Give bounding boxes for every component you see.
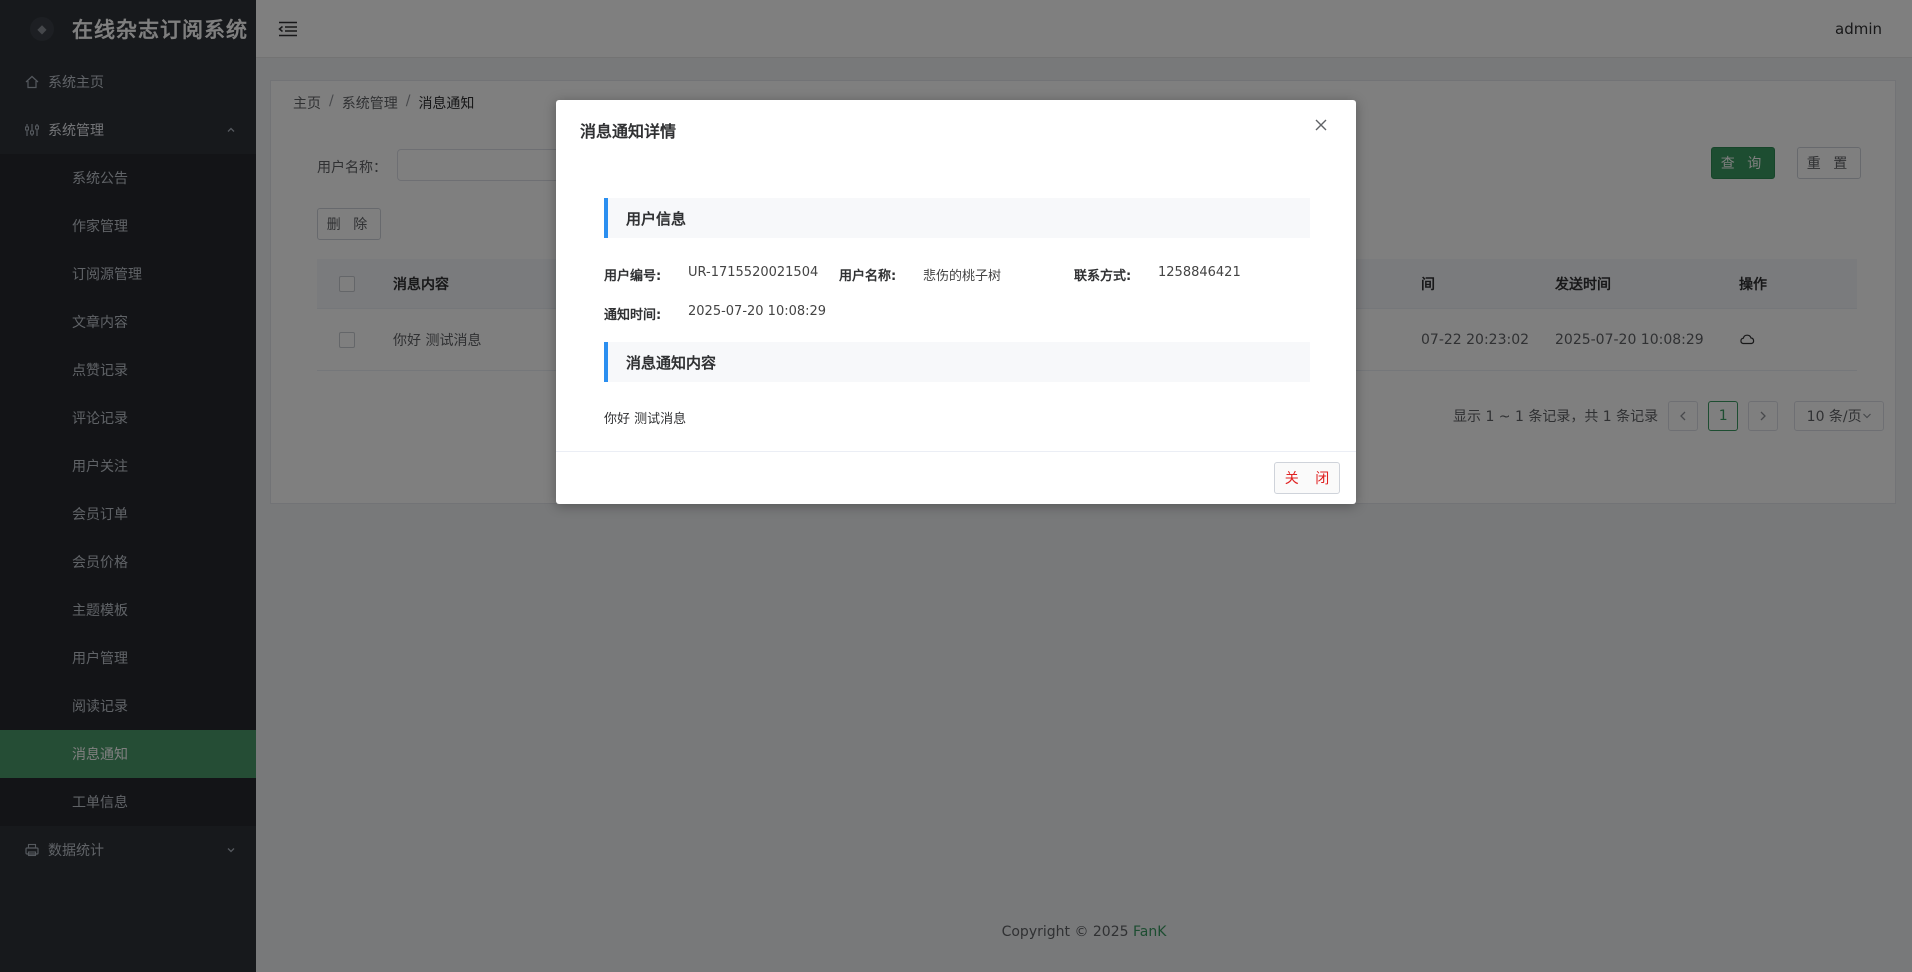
- dialog-footer-divider: [556, 451, 1356, 452]
- notify-time-label: 通知时间:: [604, 308, 662, 323]
- notify-time-value: 2025-07-20 10:08:29: [688, 304, 827, 319]
- contact-label: 联系方式:: [1074, 269, 1132, 284]
- user-name-label: 用户名称:: [839, 269, 897, 284]
- notification-detail-dialog: 消息通知详情 用户信息 用户编号: UR-1715520021504 用户名称:…: [556, 100, 1356, 504]
- contact-value: 1258846421: [1158, 265, 1241, 280]
- user-name-value: 悲伤的桃子树: [923, 269, 1002, 284]
- close-button[interactable]: 关 闭: [1274, 462, 1340, 494]
- close-icon[interactable]: [1314, 118, 1330, 134]
- section-user-info: 用户信息: [604, 198, 1310, 238]
- user-id-label: 用户编号:: [604, 269, 662, 284]
- section-notice-content: 消息通知内容: [604, 342, 1310, 382]
- dialog-title: 消息通知详情: [580, 122, 677, 141]
- user-id-value: UR-1715520021504: [688, 265, 819, 280]
- notice-content-text: 你好 测试消息: [604, 412, 687, 427]
